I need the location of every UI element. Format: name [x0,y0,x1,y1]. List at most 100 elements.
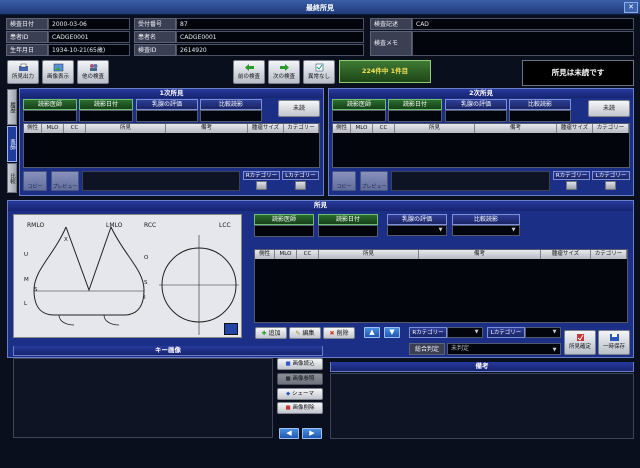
report-output-button[interactable]: 所見出力 [7,60,39,84]
delete-finding-button[interactable]: ✖ 削除 [323,327,355,339]
prev-exam-button[interactable]: 前の検査 [233,60,265,84]
density-select[interactable]: ▼ [387,225,447,236]
window-title: 最終所見 [306,4,334,12]
compare-select[interactable]: ▼ [452,225,520,236]
birth-label: 生年月日 [6,44,48,56]
exam-desc-value: CAD [412,18,634,30]
first-density-field [136,110,198,122]
temp-save-label: 一時保存 [602,344,625,350]
arrow-left-icon: ◀ [286,429,292,437]
title-bar: 最終所見 ✕ [0,0,640,15]
first-comment-area [82,171,240,191]
confirm-findings-button[interactable]: 所見確定 [564,330,596,355]
tab-compare[interactable]: 比較 [7,163,17,193]
tab-reader[interactable]: 表師 [7,126,17,162]
exam-id-label: 検査ID [134,44,176,56]
first-findings-table: 側性 MLO CC 所見 備考 腫瘤サイズ カテゴリー [23,123,320,168]
breast-schema[interactable]: RMLO LMLO RCC LCC U M L X S O S I [13,214,242,338]
read-image-button[interactable]: ■ 画像読込 [277,358,323,370]
schema-drawing [33,226,239,335]
col-finding: 所見 [395,124,475,133]
add-finding-button[interactable]: ✚ 追加 [255,327,287,339]
first-compare-label: 比較読影 [200,99,262,110]
label-lmlo: LMLO [106,222,123,229]
first-copy-button[interactable]: コピー [23,171,47,191]
read-image-label: 画像読込 [292,361,315,367]
col-side: 側性 [24,124,42,133]
col-side: 側性 [333,124,351,133]
col-category: カテゴリー [591,250,627,259]
second-unread-button[interactable]: 未読 [588,100,630,117]
schema-label: シェーマ [291,391,314,397]
first-l-category-value[interactable] [295,181,306,190]
chevron-down-icon: ▼ [438,227,443,233]
image-load-icon: ■ [285,361,291,367]
col-finding: 所見 [86,124,166,133]
people-icon [89,64,97,71]
exam-memo-field[interactable] [412,31,634,56]
schema-button[interactable]: ◆ シェーマ [277,388,323,400]
next-exam-button[interactable]: 次の検査 [268,60,300,84]
remarks-textarea[interactable] [330,373,634,439]
findings-reader-label: 読影医師 [254,214,314,225]
schema-edit-icon[interactable] [224,323,238,335]
col-mlo: MLO [42,124,64,133]
tab-history[interactable]: 履歴 [7,89,17,125]
col-side: 側性 [255,250,275,259]
overall-select[interactable]: 未判定 ▼ [447,343,561,355]
prev-image-button[interactable]: ◀ [279,428,299,439]
delete-finding-label: 削除 [336,330,349,337]
col-remarks: 備考 [419,250,541,259]
first-r-category-value[interactable] [256,181,267,190]
key-image-area[interactable] [13,358,273,438]
second-r-category-value[interactable] [566,181,577,190]
second-l-category-label: Lカテゴリー [592,171,630,180]
second-read-date-field [388,110,442,122]
first-preview-button[interactable]: プレビュー [51,171,79,191]
exam-memo-label: 検査メモ [370,31,412,56]
confirm-icon [576,334,584,341]
move-down-button[interactable]: ▼ [384,327,400,338]
second-reading-header: 2次所見 [329,89,633,98]
second-l-category-value[interactable] [605,181,616,190]
findings-reader-field[interactable] [254,225,314,237]
next-image-button[interactable]: ▶ [302,428,322,439]
edit-finding-button[interactable]: ✎ 編集 [289,327,321,339]
temp-save-button[interactable]: 一時保存 [598,330,630,355]
col-category: カテゴリー [593,124,629,133]
findings-read-date-field[interactable] [318,225,378,237]
other-exam-button[interactable]: 他の検査 [77,60,109,84]
findings-read-date-label: 読影日付 [318,214,378,225]
receipt-value: 87 [176,18,364,30]
col-cc: CC [373,124,395,133]
report-output-label: 所見出力 [11,74,34,80]
prev-exam-label: 前の検査 [237,74,260,80]
edit-finding-label: 編集 [302,330,315,337]
first-unread-button[interactable]: 未読 [278,100,320,117]
chevron-down-icon: ▼ [511,227,516,233]
col-cc: CC [297,250,319,259]
findings-density-label: 乳腺の評価 [387,214,447,225]
first-reader-label: 読影医師 [23,99,77,110]
label-s2: S [144,280,148,286]
label-i: I [144,295,146,301]
r-category-select[interactable]: ▼ [447,327,483,338]
no-findings-button[interactable]: 異常なし [303,60,335,84]
second-preview-button[interactable]: プレビュー [360,171,388,191]
second-density-field [445,110,507,122]
ref-image-button[interactable]: ■ 画像参照 [277,373,323,385]
second-copy-button[interactable]: コピー [332,171,356,191]
move-up-button[interactable]: ▲ [364,327,380,338]
second-reader-field [332,110,386,122]
patient-id-label: 患者ID [6,31,48,43]
arrow-right-icon: ▶ [309,429,315,437]
label-s: S [34,287,38,293]
image-display-button[interactable]: 画像表示 [42,60,74,84]
delete-x-icon: ✖ [329,330,335,337]
l-category-select[interactable]: ▼ [525,327,561,338]
close-button[interactable]: ✕ [624,2,638,13]
delete-image-button[interactable]: ■ 画像削除 [277,402,323,414]
second-r-category-label: Rカテゴリー [553,171,590,180]
first-read-date-label: 読影日付 [79,99,133,110]
col-category: カテゴリー [284,124,319,133]
